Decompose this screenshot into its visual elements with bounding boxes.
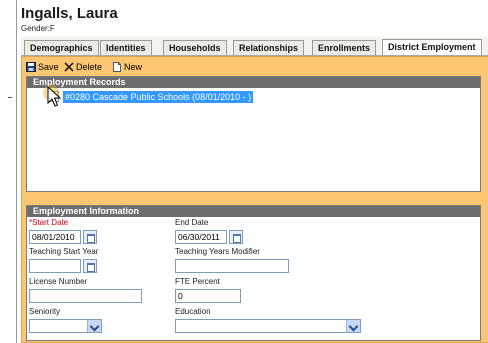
teaching-years-modifier-label: Teaching Years Modifier	[175, 247, 260, 256]
student-frame: Ingalls, Laura Gender:F Demographics Ide…	[16, 0, 488, 343]
employment-information-panel: Employment Information *Start Date 08/01…	[26, 205, 481, 341]
tab-relationships[interactable]: Relationships	[233, 40, 305, 55]
tab-demographics[interactable]: Demographics	[24, 40, 99, 55]
teaching-years-modifier-input[interactable]	[175, 259, 289, 273]
end-date-label: End Date	[175, 218, 209, 227]
end-date-calendar-icon[interactable]	[229, 230, 243, 244]
teaching-start-year-label: Teaching Start Year	[29, 247, 99, 256]
employment-records-header: Employment Records	[27, 77, 480, 88]
employment-information-header: Employment Information	[27, 206, 480, 217]
mouse-pointer-icon	[43, 85, 62, 107]
content-area: Save Delete New Employment Records #0280…	[21, 56, 488, 343]
save-label: Save	[38, 62, 59, 72]
education-label: Education	[175, 307, 211, 316]
start-date-input[interactable]: 08/01/2010	[29, 230, 81, 244]
start-date-calendar-icon[interactable]	[83, 230, 97, 244]
education-select[interactable]	[175, 319, 361, 333]
tab-bar: Demographics Identities Households Relat…	[21, 37, 488, 56]
tab-district-employment[interactable]: District Employment	[382, 39, 482, 55]
seniority-label: Seniority	[29, 307, 61, 316]
new-document-icon	[113, 62, 121, 72]
new-label: New	[124, 62, 143, 72]
seniority-select[interactable]	[29, 319, 102, 333]
employment-record-item[interactable]: #0280 Cascade Public Schools (08/01/2010…	[63, 91, 254, 103]
license-number-input[interactable]	[29, 289, 142, 303]
delete-x-icon	[64, 62, 74, 72]
delete-label: Delete	[76, 62, 103, 72]
license-number-label: License Number	[29, 277, 88, 286]
tab-identities[interactable]: Identities	[100, 40, 152, 55]
teaching-start-year-input[interactable]	[29, 259, 81, 273]
tab-enrollments[interactable]: Enrollments	[312, 40, 377, 55]
left-margin-tick	[8, 97, 12, 98]
start-date-label: *Start Date	[29, 218, 69, 227]
chevron-down-icon	[87, 320, 101, 332]
teaching-start-year-calendar-icon[interactable]	[83, 259, 97, 273]
fte-percent-label: FTE Percent	[175, 277, 220, 286]
tab-households[interactable]: Households	[163, 40, 227, 55]
gender-label: Gender:F	[21, 24, 55, 33]
student-name: Ingalls, Laura	[21, 5, 118, 22]
fte-percent-input[interactable]: 0	[175, 289, 241, 303]
employment-records-panel: Employment Records #0280 Cascade Public …	[26, 76, 481, 192]
chevron-down-icon	[346, 320, 360, 332]
end-date-input[interactable]: 06/30/2011	[175, 230, 227, 244]
floppy-disk-icon	[26, 62, 36, 72]
